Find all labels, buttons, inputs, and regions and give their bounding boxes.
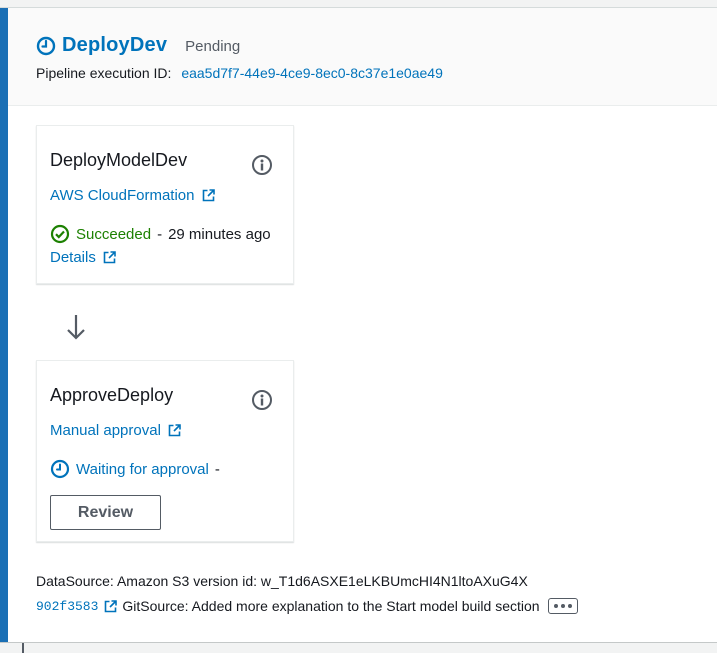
action-status: Succeeded	[76, 225, 152, 243]
execution-label: Pipeline execution ID:	[36, 65, 172, 81]
external-link-icon	[103, 251, 116, 264]
stage-status: Pending	[185, 38, 241, 55]
execution-id-link[interactable]: eaa5d7f7-44e9-4ce9-8ec0-8c37e1e0ae49	[181, 65, 443, 81]
clock-icon	[50, 459, 70, 479]
info-icon[interactable]	[251, 389, 273, 411]
stage-title[interactable]: DeployDev	[62, 34, 167, 57]
arrow-down-icon	[67, 315, 85, 340]
action-status-row: Succeeded - 29 minutes ago	[50, 224, 271, 244]
datasource-text: DataSource: Amazon S3 version id: w_T1d6…	[36, 573, 528, 589]
stage-title-row: DeployDev Pending	[36, 34, 240, 57]
details-link[interactable]: Details	[50, 249, 116, 266]
action-card-approve-deploy: ApproveDeploy Manual approval Waiting fo…	[36, 360, 294, 542]
provider-link[interactable]: Manual approval	[50, 422, 181, 439]
action-status-row: Waiting for approval -	[50, 459, 226, 479]
status-separator: -	[214, 460, 220, 478]
connector-line	[22, 643, 24, 653]
git-source-text: GitSource: Added more explanation to the…	[122, 598, 540, 614]
provider-label: AWS CloudFormation	[50, 187, 195, 204]
pipeline-stage: DeployDev Pending Pipeline execution ID:…	[0, 7, 717, 643]
more-dot	[553, 604, 558, 608]
info-icon[interactable]	[251, 154, 273, 176]
action-card-deploy-model-dev: DeployModelDev AWS CloudFormation Succee…	[36, 125, 294, 284]
more-button[interactable]	[547, 598, 578, 614]
details-label: Details	[50, 249, 96, 266]
provider-link[interactable]: AWS CloudFormation	[50, 187, 215, 204]
action-status: Waiting for approval	[76, 460, 209, 478]
more-dot	[560, 604, 565, 608]
commit-link[interactable]: 902f3583	[36, 599, 98, 614]
external-link-icon	[168, 424, 181, 437]
check-circle-icon	[50, 224, 70, 244]
git-source-row: 902f3583 GitSource: Added more explanati…	[36, 598, 578, 614]
external-link-icon[interactable]	[104, 599, 118, 613]
execution-row: Pipeline execution ID: eaa5d7f7-44e9-4ce…	[36, 65, 443, 81]
provider-label: Manual approval	[50, 422, 161, 439]
more-dot	[567, 604, 572, 608]
clock-icon	[36, 36, 56, 55]
action-name: ApproveDeploy	[50, 385, 174, 405]
stage-accent-bar	[0, 8, 8, 642]
review-button[interactable]: Review	[50, 495, 161, 530]
stage-header: DeployDev Pending Pipeline execution ID:…	[8, 8, 717, 106]
status-time: 29 minutes ago	[168, 225, 271, 243]
action-name: DeployModelDev	[50, 150, 188, 170]
external-link-icon	[202, 189, 215, 202]
status-separator: -	[157, 225, 163, 243]
